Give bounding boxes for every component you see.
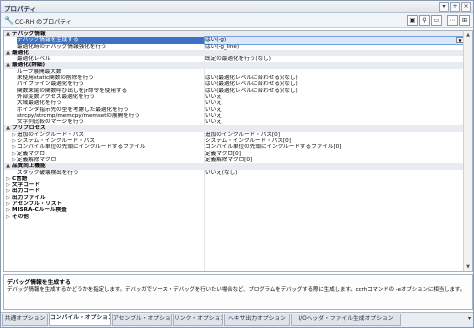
window-close-button[interactable]: × <box>461 2 471 12</box>
description-panel: デバッグ情報を生成する デバッグ情報を生成するかどうかを指定します。デバッガでソ… <box>3 274 473 310</box>
search-button[interactable]: ⚲ <box>419 15 430 26</box>
lock-button[interactable]: ▣ <box>407 15 418 26</box>
tab-option-3[interactable]: リンク・オプション <box>173 314 223 326</box>
tabs-more-icon[interactable]: ▾ <box>468 315 471 322</box>
tab-option-2[interactable]: アセンブル・オプション <box>112 314 172 326</box>
property-row[interactable]: ▷ その他 <box>4 214 464 220</box>
tab-option-4[interactable]: ヘキサ出力オプション <box>224 314 290 326</box>
window-title: プロパティ <box>4 5 37 13</box>
tab-option-5[interactable]: I/Oヘッダ・ファイル生成オプション <box>291 314 401 326</box>
tab-option-1[interactable]: コンパイル・オプション <box>49 313 111 326</box>
description-title: デバッグ情報を生成する <box>7 280 71 286</box>
expand-button[interactable]: ⊞ <box>459 15 470 26</box>
property-toolbar: 🔧 CC-RH のプロパティ ▣ ⚲ ▭ ⋯ ⊞ <box>1 13 473 28</box>
options-button[interactable]: ⋯ <box>447 15 458 26</box>
property-name: その他 <box>12 213 29 220</box>
scroll-up-icon[interactable]: ▲ <box>464 31 472 39</box>
scroll-down-icon[interactable]: ▼ <box>464 263 472 271</box>
property-grid[interactable]: ▲ デバッグ情報 デバッグ情報を生成する はい(-g) ▼ 最適化時のデバッグ情報強化を行… <box>3 30 473 272</box>
title-bar: プロパティ ▾ + × <box>1 1 473 13</box>
window-menu-button[interactable]: ▾ <box>439 2 449 12</box>
properties-window: プロパティ ▾ + × 🔧 CC-RH のプロパティ ▣ ⚲ ▭ ⋯ ⊞ ▲ デバ… <box>0 0 474 328</box>
collapse-button[interactable]: ▭ <box>431 15 442 26</box>
description-text: デバッグ情報を生成するかどうかを指定します。デバッガでソース・デバッグを行いたい… <box>7 287 466 293</box>
property-target-title: CC-RH のプロパティ <box>15 19 72 26</box>
window-dock-button[interactable]: + <box>450 2 460 12</box>
vertical-scrollbar[interactable]: ▲ ▼ <box>463 31 472 271</box>
wrench-icon: 🔧 <box>4 16 14 25</box>
option-tabs: 共通オプション コンパイル・オプション アセンブル・オプション リンク・オプション ヘキ… <box>1 312 473 327</box>
expand-icon[interactable]: ▷ <box>5 214 11 220</box>
tab-option-0[interactable]: 共通オプション <box>2 314 48 326</box>
